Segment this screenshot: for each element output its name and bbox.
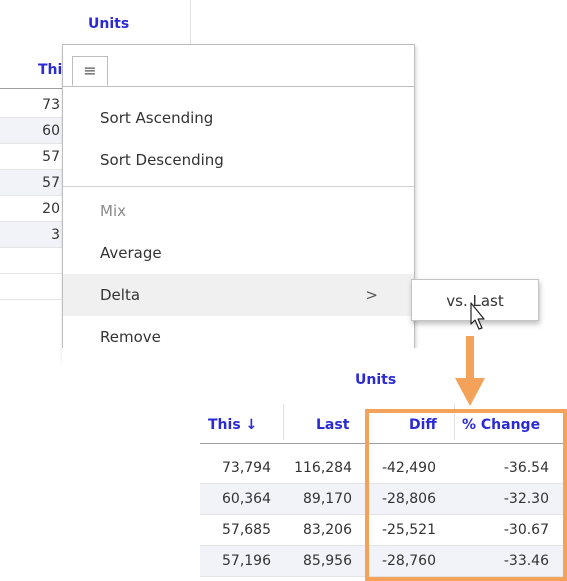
units-header: Units xyxy=(88,16,130,32)
cell-last: 116,284 xyxy=(294,460,352,476)
column-header-last[interactable]: Last xyxy=(316,412,349,438)
down-arrow-icon xyxy=(455,336,485,406)
table-row xyxy=(0,274,64,300)
menu-item-label: Remove xyxy=(100,328,161,346)
table-row: 57 xyxy=(0,170,64,196)
column-divider xyxy=(283,404,284,440)
menu-item-mix[interactable]: Mix xyxy=(63,190,414,232)
table-row: 3 xyxy=(0,222,64,248)
table-row: 60 xyxy=(0,118,64,144)
table-row: 73 xyxy=(0,92,64,118)
table-row: 60,364 89,170 -28,806 -32.30 xyxy=(200,484,567,515)
column-header-diff[interactable]: Diff xyxy=(409,412,437,438)
menu-item-delta[interactable]: Delta > xyxy=(63,274,414,316)
cell-diff: -42,490 xyxy=(381,460,436,476)
column-context-menu[interactable]: ≡ Sort Ascending Sort Descending Mix Ave… xyxy=(62,44,415,362)
hamburger-menu-icon: ≡ xyxy=(83,61,97,80)
table-row: 57,685 83,206 -25,521 -30.67 xyxy=(200,515,567,546)
column-header-pct-change[interactable]: % Change xyxy=(462,412,540,438)
stage: Units Thi 73 60 57 57 20 3 ≡ Sort Ascend… xyxy=(0,0,567,581)
cell-pct-change: -36.54 xyxy=(503,460,549,476)
menu-item-label: Delta xyxy=(100,286,141,304)
cell-last: 85,956 xyxy=(303,553,352,569)
menu-tab-divider xyxy=(63,86,414,87)
cell-this: 73,794 xyxy=(222,460,271,476)
column-divider xyxy=(190,0,191,48)
menu-tab[interactable]: ≡ xyxy=(72,56,108,86)
header-underline xyxy=(200,443,567,444)
menu-item-average[interactable]: Average xyxy=(63,232,414,274)
menu-item-sort-ascending[interactable]: Sort Ascending xyxy=(63,97,414,139)
cell-pct-change: -32.30 xyxy=(503,491,549,507)
table-row: 57 xyxy=(0,144,64,170)
cell-this: 57,196 xyxy=(222,553,271,569)
cell-pct-change: -30.67 xyxy=(503,522,549,538)
menu-item-label: Sort Descending xyxy=(100,151,224,169)
cell-this: 57,685 xyxy=(222,522,271,538)
table-row: 20 xyxy=(0,196,64,222)
menu-item-sort-descending[interactable]: Sort Descending xyxy=(63,139,414,181)
cell-last: 83,206 xyxy=(303,522,352,538)
column-divider xyxy=(454,404,455,440)
header-underline xyxy=(0,88,64,89)
mouse-pointer-icon xyxy=(470,302,485,330)
cell-this: 60,364 xyxy=(222,491,271,507)
cell-last: 89,170 xyxy=(303,491,352,507)
table-row: 73,794 116,284 -42,490 -36.54 xyxy=(200,453,567,484)
menu-separator xyxy=(63,186,414,187)
units-group-header: Units xyxy=(355,372,397,388)
chevron-right-icon: > xyxy=(365,286,378,304)
menu-item-label: Mix xyxy=(100,202,126,220)
cell-diff: -25,521 xyxy=(381,522,436,538)
this-column-header[interactable]: Thi xyxy=(38,62,62,78)
cell-pct-change: -33.46 xyxy=(503,553,549,569)
cell-diff: -28,806 xyxy=(381,491,436,507)
table-row: 57,196 85,956 -28,760 -33.46 xyxy=(200,546,567,577)
column-header-this[interactable]: This ↓ xyxy=(208,412,257,438)
menu-item-label: Average xyxy=(100,244,162,262)
table-row xyxy=(0,248,64,274)
cell-diff: -28,760 xyxy=(381,553,436,569)
menu-item-label: Sort Ascending xyxy=(100,109,214,127)
